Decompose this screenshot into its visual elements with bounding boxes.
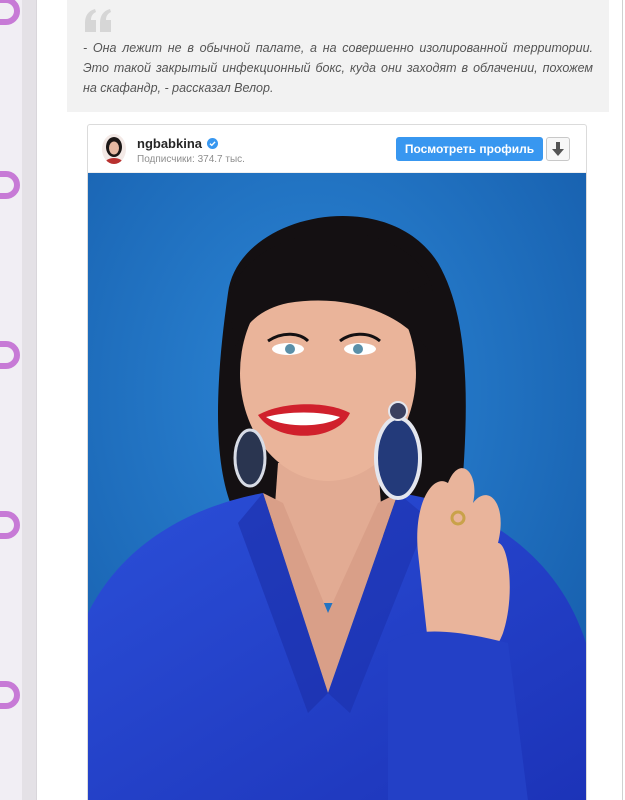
magnet-icon bbox=[0, 681, 20, 709]
quote-text: - Она лежит не в обычной палате, а на со… bbox=[83, 41, 593, 95]
sidebar-divider-line bbox=[36, 0, 37, 800]
magnet-icon bbox=[0, 511, 20, 539]
verified-badge-icon bbox=[207, 138, 219, 149]
download-button[interactable] bbox=[546, 137, 570, 161]
embed-header: ngbabkina Подписчики: 374.7 тыс. Посмотр… bbox=[88, 125, 586, 173]
view-profile-button[interactable]: Посмотреть профиль bbox=[396, 137, 543, 161]
magnet-icon bbox=[0, 0, 20, 25]
quote-marks-icon bbox=[85, 9, 111, 32]
sidebar-divider bbox=[22, 0, 36, 800]
post-photo[interactable] bbox=[88, 173, 586, 800]
page-edge-line bbox=[622, 0, 623, 800]
magnet-icon bbox=[0, 341, 20, 369]
profile-username[interactable]: ngbabkina bbox=[137, 136, 202, 151]
username-row: ngbabkina bbox=[137, 136, 219, 151]
left-decorative-strip bbox=[0, 0, 22, 800]
avatar[interactable] bbox=[102, 134, 126, 164]
blockquote: - Она лежит не в обычной палате, а на со… bbox=[67, 0, 609, 112]
instagram-embed: ngbabkina Подписчики: 374.7 тыс. Посмотр… bbox=[87, 124, 587, 800]
download-arrow-icon bbox=[552, 142, 564, 156]
followers-count: Подписчики: 374.7 тыс. bbox=[137, 154, 245, 165]
magnet-icon bbox=[0, 171, 20, 199]
